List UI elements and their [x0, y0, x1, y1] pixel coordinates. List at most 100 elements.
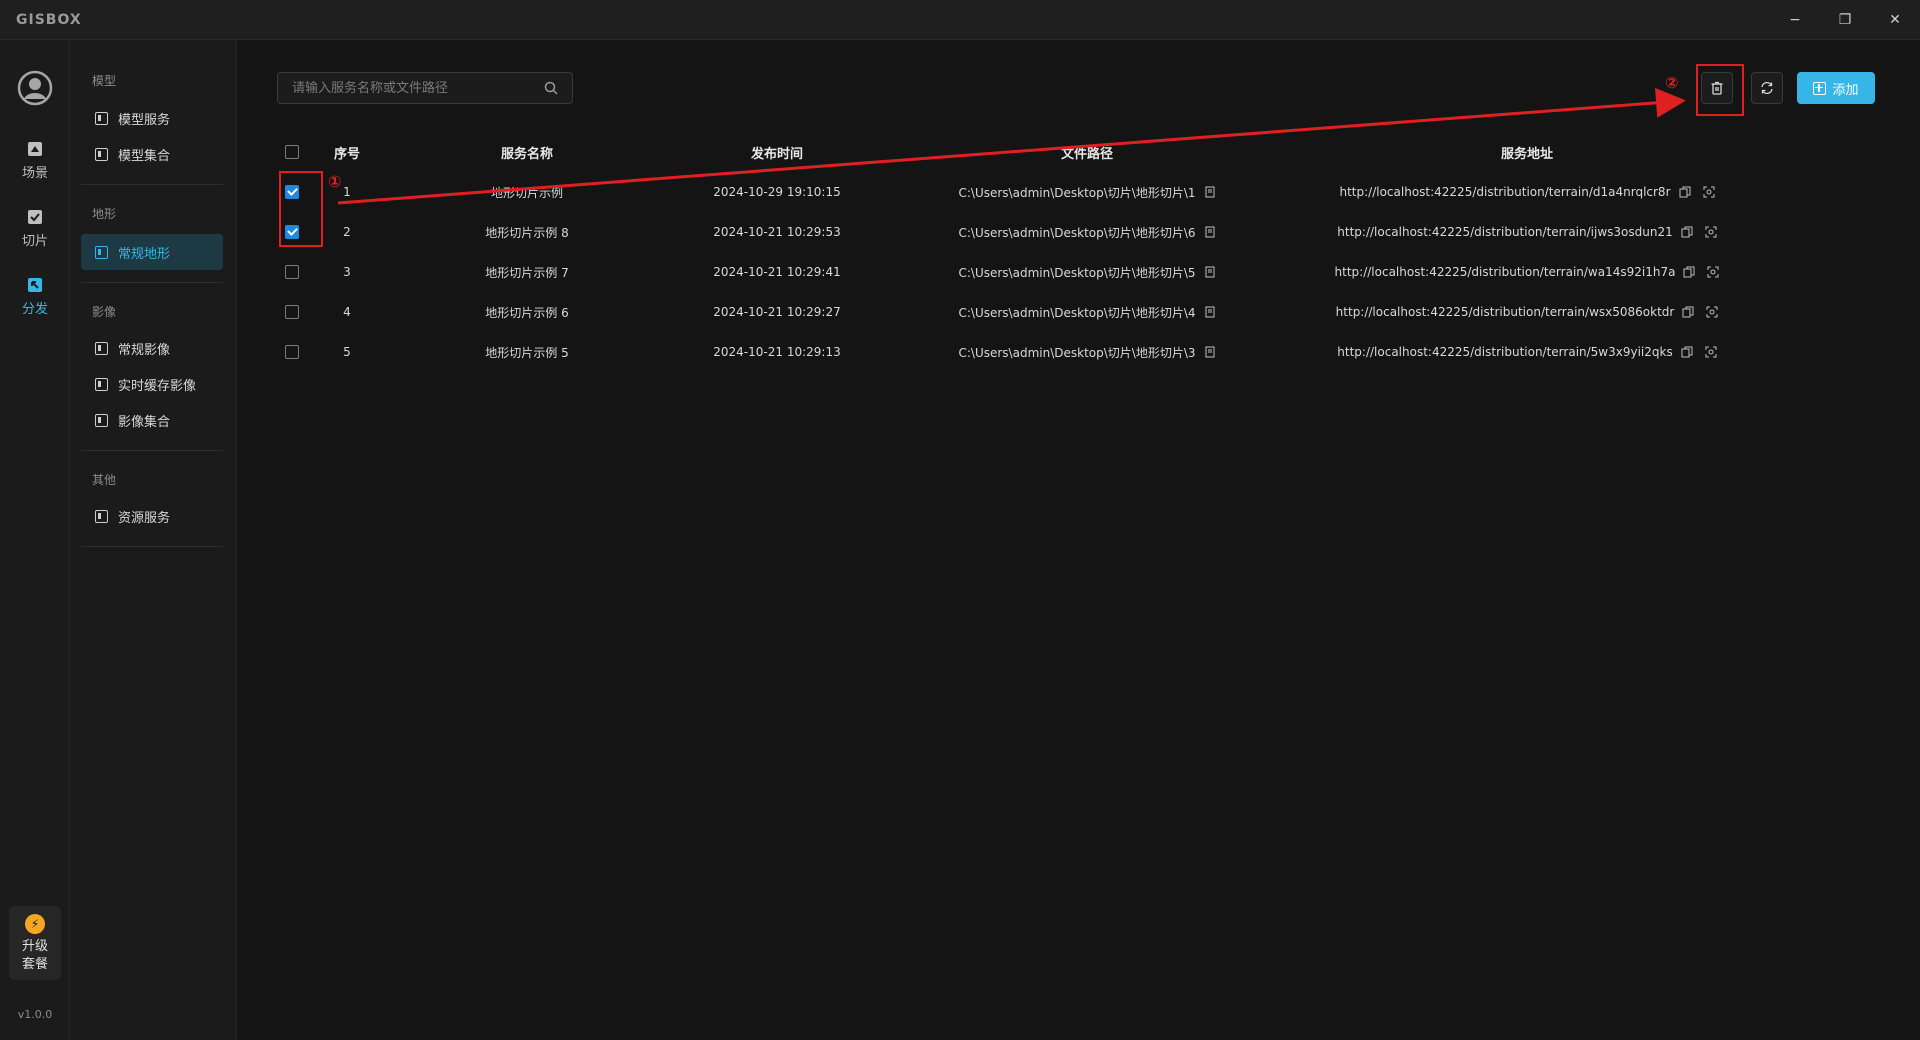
file-path-cell: C:\Users\admin\Desktop\切片\地形切片\4: [937, 292, 1237, 332]
row-select-cell: [277, 292, 307, 332]
rail-item-label: 分发: [21, 301, 48, 317]
upgrade-plan-button[interactable]: ⚡ 升级 套餐: [9, 906, 61, 980]
file-path-cell: C:\Users\admin\Desktop\切片\地形切片\3: [937, 332, 1237, 372]
sidebar-item-model-collection[interactable]: 模型集合: [81, 136, 223, 172]
preview-icon[interactable]: [1707, 266, 1719, 278]
search-icon[interactable]: [544, 81, 558, 95]
row-index: 5: [343, 345, 351, 359]
nav-group-title: 模型: [92, 74, 117, 88]
open-folder-icon[interactable]: [1204, 346, 1216, 358]
open-folder-icon[interactable]: [1204, 186, 1216, 198]
file-path: C:\Users\admin\Desktop\切片\地形切片\1: [958, 185, 1196, 200]
sidebar-item-model-service[interactable]: 模型服务: [81, 100, 223, 136]
sidebar-item-label: 模型集合: [118, 148, 171, 164]
publish-time: 2024-10-21 10:29:27: [713, 305, 841, 319]
service-url: http://localhost:42225/distribution/terr…: [1335, 305, 1675, 319]
minimize-button[interactable]: −: [1770, 0, 1820, 40]
rail-item-slice[interactable]: 切片: [0, 200, 70, 256]
distribute-icon: [28, 277, 42, 292]
select-all-checkbox[interactable]: [285, 145, 299, 159]
sidebar-item-label: 实时缓存影像: [118, 378, 197, 394]
file-path: C:\Users\admin\Desktop\切片\地形切片\4: [958, 305, 1196, 320]
sidebar-item-live-cache-imagery[interactable]: 实时缓存影像: [81, 366, 223, 402]
sidebar-item-terrain[interactable]: 常规地形: [81, 234, 223, 270]
preview-icon[interactable]: [1705, 226, 1717, 238]
close-button[interactable]: ✕: [1870, 0, 1920, 40]
service-url-cell: http://localhost:42225/distribution/terr…: [1327, 252, 1727, 292]
rail-item-scene[interactable]: 场景: [0, 132, 70, 188]
restore-icon: ❐: [1838, 12, 1852, 28]
plus-icon: [1813, 81, 1827, 95]
sidebar-item-label: 常规地形: [118, 246, 171, 262]
sidebar-item-imagery[interactable]: 常规影像: [81, 330, 223, 366]
copy-icon[interactable]: [1683, 266, 1695, 278]
select-all-cell: [277, 132, 307, 172]
column-header: 服务地址: [1500, 146, 1553, 162]
rail-item-label: 切片: [21, 233, 48, 249]
avatar[interactable]: [17, 70, 53, 106]
slice-icon: [28, 209, 42, 224]
service-url-cell: http://localhost:42225/distribution/terr…: [1327, 172, 1727, 212]
copy-icon[interactable]: [1682, 306, 1694, 318]
copy-icon[interactable]: [1679, 186, 1691, 198]
add-button[interactable]: 添加: [1797, 72, 1875, 104]
model-icon: [95, 147, 108, 161]
restore-button[interactable]: ❐: [1820, 0, 1870, 40]
open-folder-icon[interactable]: [1204, 226, 1216, 238]
model-icon: [95, 111, 108, 125]
sidebar-item-label: 常规影像: [118, 342, 171, 358]
table-row[interactable]: 5 地形切片示例 5 2024-10-21 10:29:13 C:\Users\…: [277, 332, 1877, 372]
nav-divider: [81, 184, 223, 185]
row-index: 1: [343, 185, 351, 199]
open-folder-icon[interactable]: [1204, 266, 1216, 278]
copy-icon[interactable]: [1681, 346, 1693, 358]
column-header: 发布时间: [750, 146, 803, 162]
minimize-icon: −: [1789, 12, 1801, 28]
resource-icon: [95, 509, 108, 523]
icon-rail: 场景 切片 分发 ⚡ 升级 套餐 v1.0.0: [0, 40, 70, 1040]
rail-item-distribute[interactable]: 分发: [0, 268, 70, 324]
app-logo: GISBOX: [16, 12, 82, 28]
file-path-cell: C:\Users\admin\Desktop\切片\地形切片\5: [937, 252, 1237, 292]
table-row[interactable]: 1 地形切片示例 2024-10-29 19:10:15 C:\Users\ad…: [277, 172, 1877, 212]
service-name: 地形切片示例 8: [485, 225, 569, 240]
refresh-button[interactable]: [1751, 72, 1783, 104]
file-path-cell: C:\Users\admin\Desktop\切片\地形切片\6: [937, 212, 1237, 252]
row-select-cell: [277, 332, 307, 372]
service-name: 地形切片示例 6: [485, 305, 569, 320]
table-row[interactable]: 3 地形切片示例 7 2024-10-21 10:29:41 C:\Users\…: [277, 252, 1877, 292]
lightning-icon: ⚡: [25, 914, 45, 934]
annotation-step-2: ②: [1665, 73, 1679, 92]
row-checkbox[interactable]: [285, 345, 299, 359]
copy-icon[interactable]: [1681, 226, 1693, 238]
preview-icon[interactable]: [1706, 306, 1718, 318]
preview-icon[interactable]: [1703, 186, 1715, 198]
service-url-cell: http://localhost:42225/distribution/terr…: [1327, 292, 1727, 332]
terrain-icon: [95, 245, 108, 259]
sidebar-item-label: 资源服务: [118, 510, 171, 526]
file-path-cell: C:\Users\admin\Desktop\切片\地形切片\1: [937, 172, 1237, 212]
upgrade-label-line1: 升级: [21, 939, 48, 954]
service-url: http://localhost:42225/distribution/terr…: [1337, 345, 1673, 359]
sidebar-item-imagery-collection[interactable]: 影像集合: [81, 402, 223, 438]
open-folder-icon[interactable]: [1204, 306, 1216, 318]
file-path: C:\Users\admin\Desktop\切片\地形切片\3: [958, 345, 1196, 360]
nav-group-title: 其他: [92, 473, 117, 487]
sidebar-item-resource-service[interactable]: 资源服务: [81, 498, 223, 534]
nav-divider: [81, 546, 223, 547]
row-checkbox[interactable]: [285, 265, 299, 279]
table-row[interactable]: 2 地形切片示例 8 2024-10-21 10:29:53 C:\Users\…: [277, 212, 1877, 252]
row-checkbox[interactable]: [285, 305, 299, 319]
main-content: 添加 序号 服务名称 发布时间 文件路径 服务地址 1 地形切片示例 2024-…: [237, 40, 1920, 1040]
service-name: 地形切片示例 7: [485, 265, 569, 280]
publish-time: 2024-10-21 10:29:53: [713, 225, 841, 239]
row-index: 4: [343, 305, 351, 319]
sidebar-item-label: 影像集合: [118, 414, 171, 430]
row-select-cell: [277, 252, 307, 292]
preview-icon[interactable]: [1705, 346, 1717, 358]
table-row[interactable]: 4 地形切片示例 6 2024-10-21 10:29:27 C:\Users\…: [277, 292, 1877, 332]
search-input[interactable]: [292, 80, 544, 96]
refresh-icon: [1761, 81, 1773, 95]
imagery-icon: [95, 377, 108, 391]
imagery-icon: [95, 341, 108, 355]
